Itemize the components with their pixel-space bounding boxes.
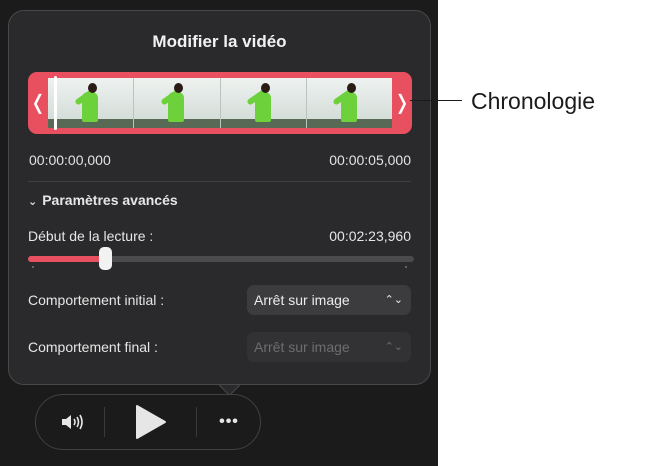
playback-start-label: Début de la lecture : (28, 228, 154, 244)
more-options-button[interactable]: ••• (206, 395, 252, 449)
popover-title: Modifier la vidéo (152, 32, 287, 51)
updown-chevron-icon: ⌃⌄ (384, 341, 403, 353)
play-icon (136, 405, 166, 439)
volume-button[interactable] (50, 395, 96, 449)
callout-line (410, 100, 462, 101)
speaker-wave-icon (62, 414, 83, 430)
timeline-frame (306, 78, 392, 128)
timeline-frame (220, 78, 307, 128)
timeline-end-time: 00:00:05,000 (329, 152, 411, 168)
slider-tick-start (32, 266, 34, 268)
final-behavior-value: Arrêt sur image (254, 339, 350, 355)
initial-behavior-select[interactable]: Arrêt sur image ⌃⌄ (247, 285, 411, 315)
slider-fill (28, 256, 106, 262)
timeline-frame (134, 78, 221, 128)
advanced-settings-label: Paramètres avancés (42, 192, 178, 208)
video-timeline[interactable]: ❬ ❭ (28, 72, 412, 134)
initial-behavior-value: Arrêt sur image (254, 292, 350, 308)
final-behavior-select: Arrêt sur image ⌃⌄ (247, 332, 411, 362)
slider-thumb[interactable] (99, 247, 113, 270)
slider-tick-end (405, 266, 407, 268)
timeline-start-time: 00:00:00,000 (29, 152, 111, 168)
timeline-frame (48, 78, 135, 128)
timeline-playhead[interactable] (54, 76, 57, 130)
trim-start-handle[interactable]: ❬ (28, 72, 48, 134)
playback-start-value: 00:02:23,960 (329, 228, 411, 244)
chevron-down-icon: ⌄ (28, 196, 38, 208)
trim-end-handle[interactable]: ❭ (392, 72, 412, 134)
edit-video-popover: Modifier la vidéo ❬ ❭ 00:00:00,000 00:00… (8, 10, 431, 385)
updown-chevron-icon: ⌃⌄ (384, 294, 403, 306)
play-button[interactable] (118, 395, 184, 449)
timeline-frames (48, 78, 392, 128)
divider (28, 181, 411, 182)
controls-separator (104, 407, 105, 437)
advanced-settings-disclosure[interactable]: ⌄ Paramètres avancés (28, 192, 178, 208)
initial-behavior-label: Comportement initial : (28, 292, 165, 308)
timeline-callout-label: Chronologie (471, 88, 596, 114)
controls-separator (196, 407, 197, 437)
playback-controls: ••• (35, 394, 261, 450)
final-behavior-label: Comportement final : (28, 339, 158, 355)
playback-start-slider[interactable] (28, 247, 414, 270)
